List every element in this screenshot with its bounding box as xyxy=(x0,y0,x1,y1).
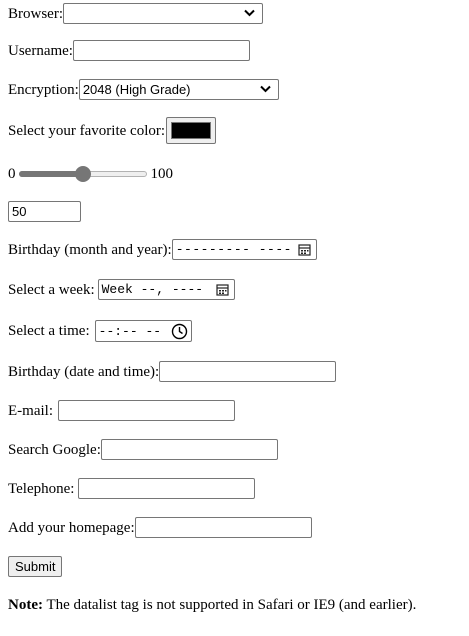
encryption-select[interactable]: 2048 (High Grade) xyxy=(78,79,279,100)
clock-icon[interactable] xyxy=(171,323,188,340)
range-max-label: 100 xyxy=(150,166,174,182)
birthday-month-row: Birthday (month and year): --------- ---… xyxy=(8,239,317,260)
email-row: E-mail: xyxy=(8,400,235,421)
week-row: Select a week: Week --, ---- xyxy=(8,279,235,300)
time-input[interactable]: --:-- -- xyxy=(94,320,192,342)
telephone-row: Telephone: xyxy=(8,478,256,499)
telephone-label: Telephone: xyxy=(8,480,75,497)
range-fill xyxy=(18,171,83,177)
note-text: The datalist tag is not supported in Saf… xyxy=(42,597,417,613)
birthday-datetime-row: Birthday (date and time): xyxy=(8,361,337,382)
homepage-row: Add your homepage: xyxy=(8,517,312,538)
color-row: Select your favorite color: xyxy=(8,117,217,144)
number-input[interactable]: 50 xyxy=(8,201,81,222)
birthday-datetime-label: Birthday (date and time): xyxy=(8,363,160,380)
calendar-icon[interactable] xyxy=(298,243,311,256)
time-placeholder: --:-- -- xyxy=(98,323,162,339)
username-row: Username: xyxy=(8,40,250,61)
range-thumb[interactable] xyxy=(74,166,91,182)
time-label: Select a time: xyxy=(8,323,90,339)
time-row: Select a time: --:-- -- xyxy=(8,320,192,342)
color-swatch xyxy=(171,122,212,139)
number-row: 50 xyxy=(8,201,81,222)
color-label: Select your favorite color: xyxy=(8,122,166,139)
birthday-month-label: Birthday (month and year): xyxy=(8,241,172,258)
color-picker[interactable] xyxy=(166,117,217,144)
number-value: 50 xyxy=(12,204,27,219)
range-min-label: 0 xyxy=(8,166,16,182)
range-row: 0 100 xyxy=(8,165,173,183)
note-bold: Note: xyxy=(8,597,43,613)
week-placeholder: Week --, ---- xyxy=(101,282,204,297)
week-label: Select a week: xyxy=(8,281,95,298)
username-label: Username: xyxy=(8,42,73,59)
browser-row: Browser: xyxy=(8,3,263,24)
submit-button[interactable]: Submit xyxy=(8,556,63,577)
birthday-month-placeholder: --------- ---- xyxy=(175,242,292,257)
encryption-label: Encryption: xyxy=(8,81,79,98)
username-input[interactable] xyxy=(72,40,250,61)
homepage-label: Add your homepage: xyxy=(8,519,135,536)
browser-label: Browser: xyxy=(8,5,63,22)
birthday-month-input[interactable]: --------- ---- xyxy=(171,239,317,260)
chevron-down-icon xyxy=(244,9,255,17)
birthday-datetime-input[interactable] xyxy=(159,361,337,382)
calendar-icon[interactable] xyxy=(216,283,229,296)
email-label: E-mail: xyxy=(8,402,53,419)
note: Note: The datalist tag is not supported … xyxy=(8,596,416,614)
chevron-down-icon xyxy=(260,85,271,93)
telephone-input[interactable] xyxy=(78,478,256,499)
search-google-row: Search Google: xyxy=(8,439,278,460)
browser-select[interactable] xyxy=(63,3,263,24)
week-input[interactable]: Week --, ---- xyxy=(97,279,235,300)
homepage-input[interactable] xyxy=(134,517,312,538)
encryption-row: Encryption: 2048 (High Grade) xyxy=(8,79,279,100)
email-input[interactable] xyxy=(58,400,235,421)
search-google-input[interactable] xyxy=(100,439,278,460)
search-google-label: Search Google: xyxy=(8,441,101,458)
encryption-value: 2048 (High Grade) xyxy=(82,82,191,97)
submit-row: Submit xyxy=(8,556,63,577)
range-slider[interactable] xyxy=(18,166,147,182)
